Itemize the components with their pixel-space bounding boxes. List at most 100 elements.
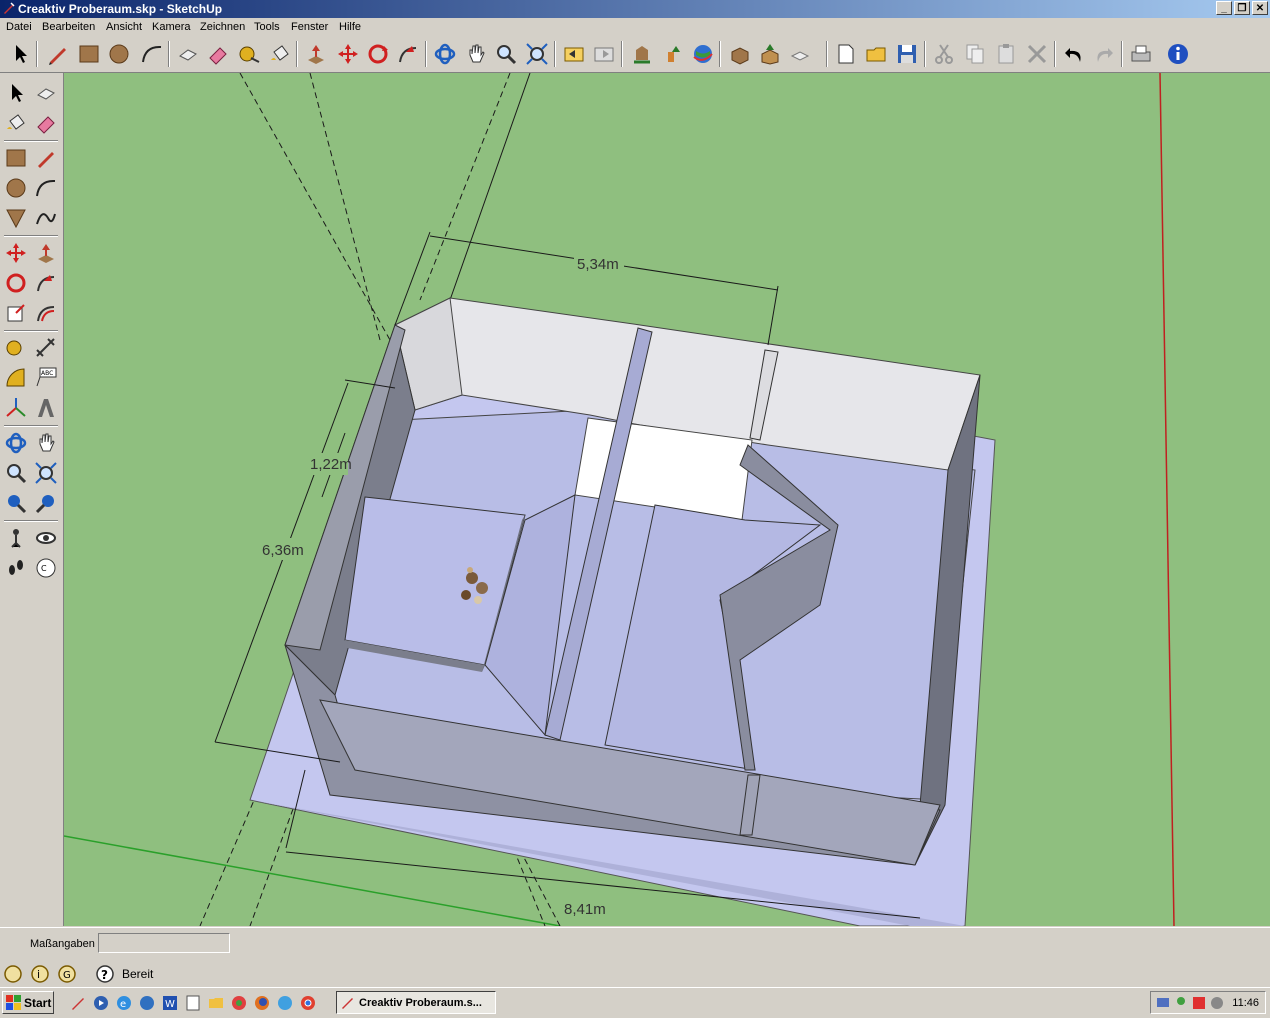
menu-zeichnen[interactable]: Zeichnen — [200, 21, 245, 33]
menu-ansicht[interactable]: Ansicht — [106, 21, 142, 33]
save-icon[interactable] — [895, 42, 919, 66]
zoom-window-icon[interactable] — [34, 461, 58, 485]
quicklaunch-notes-icon[interactable] — [185, 995, 201, 1011]
geo-location-icon[interactable] — [3, 964, 23, 984]
protractor-icon[interactable] — [4, 366, 28, 390]
orbit-icon[interactable] — [433, 42, 457, 66]
eraser-icon[interactable] — [34, 111, 58, 135]
import-icon[interactable] — [728, 42, 752, 66]
eraser-icon[interactable] — [206, 42, 230, 66]
look-around-icon[interactable] — [34, 526, 58, 550]
pan-icon[interactable] — [464, 42, 488, 66]
get-models-icon[interactable] — [630, 42, 654, 66]
make-component-icon[interactable] — [34, 81, 58, 105]
restore-button[interactable]: ❐ — [1234, 1, 1250, 15]
close-button[interactable]: ✕ — [1252, 1, 1268, 15]
menu-fenster[interactable]: Fenster — [291, 21, 328, 33]
menu-hilfe[interactable]: Hilfe — [339, 21, 361, 33]
walk-icon[interactable] — [4, 556, 28, 580]
help-icon[interactable]: ? — [95, 964, 115, 984]
rectangle-icon[interactable] — [77, 42, 101, 66]
credits-icon[interactable]: i — [30, 964, 50, 984]
move-icon[interactable] — [4, 241, 28, 265]
rectangle-icon[interactable] — [4, 146, 28, 170]
move-icon[interactable] — [336, 42, 360, 66]
orbit-icon[interactable] — [4, 431, 28, 455]
quicklaunch-firefox-icon[interactable] — [254, 995, 270, 1011]
section-plane-icon[interactable]: C — [34, 556, 58, 580]
undo-icon[interactable] — [1062, 42, 1086, 66]
circle-icon[interactable] — [4, 176, 28, 200]
tray-users-icon[interactable] — [1173, 995, 1189, 1011]
zoom-icon[interactable] — [4, 461, 28, 485]
select-icon[interactable] — [8, 42, 32, 66]
zoom-icon[interactable] — [494, 42, 518, 66]
freehand-icon[interactable] — [34, 206, 58, 230]
quicklaunch-word-icon[interactable]: W — [162, 995, 178, 1011]
select-icon[interactable] — [4, 81, 28, 105]
components-icon[interactable] — [788, 42, 812, 66]
quicklaunch-picasa-icon[interactable] — [231, 995, 247, 1011]
tray-security-icon[interactable] — [1191, 995, 1207, 1011]
arc-icon[interactable] — [140, 42, 164, 66]
dimension-icon[interactable] — [34, 336, 58, 360]
new-icon[interactable] — [834, 42, 858, 66]
share-model-icon[interactable] — [660, 42, 684, 66]
cut-icon[interactable] — [932, 42, 956, 66]
rotate-icon[interactable] — [4, 271, 28, 295]
menu-bearbeiten[interactable]: Bearbeiten — [42, 21, 95, 33]
export-icon[interactable] — [758, 42, 782, 66]
tray-network-icon[interactable] — [1155, 995, 1171, 1011]
tape-measure-icon[interactable] — [237, 42, 261, 66]
axes-icon[interactable] — [4, 396, 28, 420]
delete-icon[interactable] — [1025, 42, 1049, 66]
quicklaunch-ie-icon[interactable]: e — [116, 995, 132, 1011]
quicklaunch-network-icon[interactable] — [277, 995, 293, 1011]
redo-icon[interactable] — [1092, 42, 1116, 66]
menu-tools[interactable]: Tools — [254, 21, 280, 33]
taskbar-sketchup-window[interactable]: Creaktiv Proberaum.s... — [336, 991, 496, 1014]
arc-icon[interactable] — [34, 176, 58, 200]
previous-view-icon[interactable] — [562, 42, 586, 66]
position-camera-icon[interactable] — [4, 526, 28, 550]
offset-icon[interactable] — [34, 301, 58, 325]
zoom-extents-icon[interactable] — [525, 42, 549, 66]
push-pull-icon[interactable] — [304, 42, 328, 66]
quicklaunch-media-icon[interactable] — [93, 995, 109, 1011]
push-pull-icon[interactable] — [34, 241, 58, 265]
measurements-input[interactable] — [98, 933, 230, 953]
3d-viewport[interactable]: 5,34m 6,36m 1,22m 8,41m — [64, 73, 1270, 926]
circle-icon[interactable] — [107, 42, 131, 66]
3d-text-icon[interactable] — [34, 396, 58, 420]
paint-bucket-icon[interactable] — [268, 42, 292, 66]
paste-icon[interactable] — [994, 42, 1018, 66]
google-sign-in-icon[interactable]: G — [57, 964, 77, 984]
google-earth-icon[interactable] — [691, 42, 715, 66]
menu-kamera[interactable]: Kamera — [152, 21, 191, 33]
pencil-icon[interactable] — [34, 146, 58, 170]
rotate-icon[interactable] — [366, 42, 390, 66]
scale-icon[interactable] — [4, 301, 28, 325]
quicklaunch-chrome-icon[interactable] — [300, 995, 316, 1011]
paint-bucket-icon[interactable] — [4, 111, 28, 135]
quicklaunch-sketchup-icon[interactable] — [70, 995, 86, 1011]
next-icon[interactable] — [34, 491, 58, 515]
copy-icon[interactable] — [963, 42, 987, 66]
pan-icon[interactable] — [34, 431, 58, 455]
follow-me-icon[interactable] — [396, 42, 420, 66]
polygon-icon[interactable] — [4, 206, 28, 230]
previous-icon[interactable] — [4, 491, 28, 515]
minimize-button[interactable]: _ — [1216, 1, 1232, 15]
tray-volume-icon[interactable] — [1209, 995, 1225, 1011]
open-icon[interactable] — [865, 42, 889, 66]
follow-me-icon[interactable] — [34, 271, 58, 295]
next-view-icon[interactable] — [592, 42, 616, 66]
pencil-icon[interactable] — [46, 42, 70, 66]
quicklaunch-folder-icon[interactable] — [208, 995, 224, 1011]
info-icon[interactable] — [1166, 42, 1190, 66]
quicklaunch-outlook-icon[interactable] — [139, 995, 155, 1011]
tape-measure-icon[interactable] — [4, 336, 28, 360]
menu-datei[interactable]: Datei — [6, 21, 32, 33]
start-button[interactable]: Start — [2, 991, 54, 1014]
print-icon[interactable] — [1129, 42, 1153, 66]
